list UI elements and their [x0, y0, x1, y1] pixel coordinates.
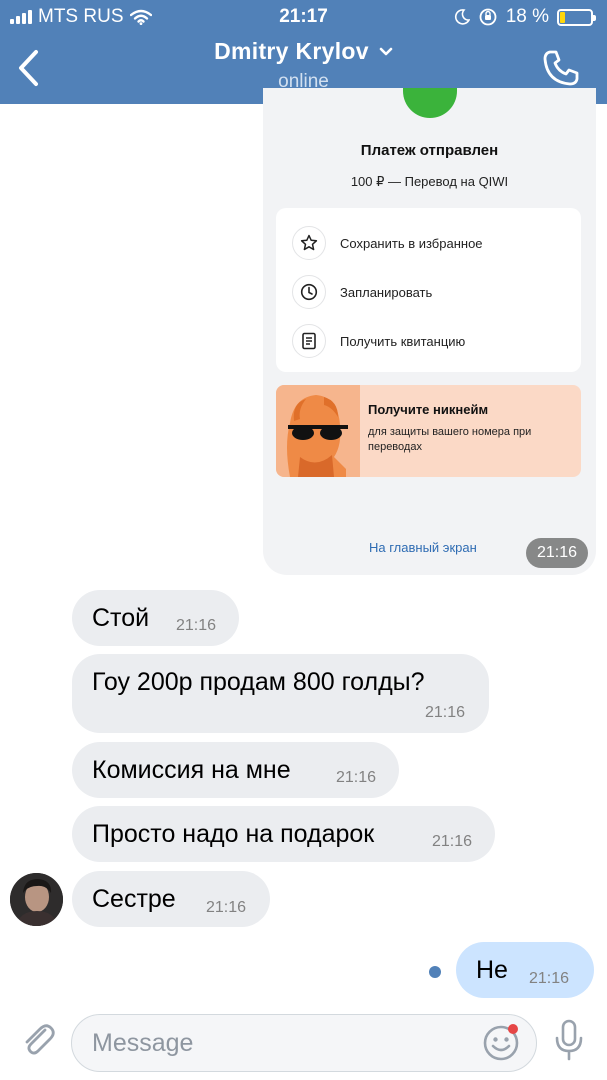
message-input[interactable]: [71, 1014, 537, 1072]
message-text: Не: [476, 956, 508, 984]
action-schedule: Запланировать: [292, 275, 432, 309]
action-label: Запланировать: [340, 284, 433, 300]
orientation-lock-icon: [479, 8, 497, 26]
message-text: Просто надо на подарок: [92, 820, 375, 848]
message-time: 21:16: [529, 970, 570, 987]
chat-title-block[interactable]: Dmitry Krylov online: [0, 38, 607, 93]
message-text: Гоу 200р продам 800 голды?: [92, 668, 425, 696]
chat-title[interactable]: Dmitry Krylov: [214, 38, 393, 65]
promo-text: для защиты вашего номера при переводах: [368, 426, 532, 453]
image-timestamp: 21:16: [526, 538, 588, 568]
message-bubble-incoming[interactable]: Просто надо на подарок 21:16: [72, 806, 495, 862]
message-bubble-outgoing[interactable]: Не 21:16: [456, 942, 594, 998]
payment-subtitle: 100 ₽ — Перевод на QIWI: [350, 174, 509, 189]
chevron-down-icon: [379, 47, 393, 55]
action-label: Сохранить в избранное: [340, 235, 483, 251]
action-receipt: Получить квитанцию: [292, 324, 465, 358]
message-composer: [0, 1000, 607, 1080]
message-time: 21:16: [432, 833, 473, 850]
contact-name: Dmitry Krylov: [214, 38, 369, 64]
message-time: 21:16: [336, 769, 377, 786]
message-text: Комиссия на мне: [92, 756, 291, 784]
message-time: 21:16: [425, 704, 466, 721]
message-bubble-incoming[interactable]: Комиссия на мне 21:16: [72, 742, 399, 798]
message-text: Сестре: [92, 885, 176, 913]
success-circle-icon: [403, 88, 457, 118]
message-time: 21:16: [176, 617, 217, 634]
unread-indicator: [429, 966, 441, 978]
avatar[interactable]: [10, 873, 63, 926]
forwarded-screenshot[interactable]: Платеж отправлен 100 ₽ — Перевод на QIWI…: [263, 88, 596, 575]
microphone-icon[interactable]: [553, 1018, 585, 1062]
home-screen-link: На главный экран: [369, 540, 477, 555]
paperclip-icon[interactable]: [18, 1020, 58, 1060]
action-label: Получить квитанцию: [340, 333, 466, 349]
payment-actions: Сохранить в избранное Запланировать Полу…: [276, 208, 581, 372]
clock-icon: [292, 275, 326, 309]
nickname-promo: Получите никнейм для защиты вашего номер…: [276, 385, 581, 477]
message-bubble-incoming[interactable]: Сестре 21:16: [72, 871, 270, 927]
battery-icon: [557, 8, 596, 26]
payment-title: Платеж отправлен: [360, 142, 499, 159]
status-right: 18 %: [454, 6, 596, 28]
action-favorite: Сохранить в избранное: [292, 226, 483, 260]
message-bubble-incoming[interactable]: Гоу 200р продам 800 голды? 21:16: [72, 654, 489, 733]
avatar-photo: [10, 873, 63, 926]
status-bar: MTS RUS 21:17 18 %: [0, 0, 607, 34]
phone-icon[interactable]: [541, 48, 581, 88]
promo-title: Получите никнейм: [368, 402, 489, 417]
statue-sunglasses-image: [276, 385, 360, 477]
message-time: 21:16: [206, 899, 247, 916]
receipt-icon: [292, 324, 326, 358]
battery-percent: 18 %: [505, 6, 549, 27]
message-text: Стой: [92, 604, 150, 632]
moon-icon: [454, 9, 470, 25]
star-icon: [292, 226, 326, 260]
notification-dot: [508, 1024, 518, 1034]
message-bubble-incoming[interactable]: Стой 21:16: [72, 590, 239, 646]
